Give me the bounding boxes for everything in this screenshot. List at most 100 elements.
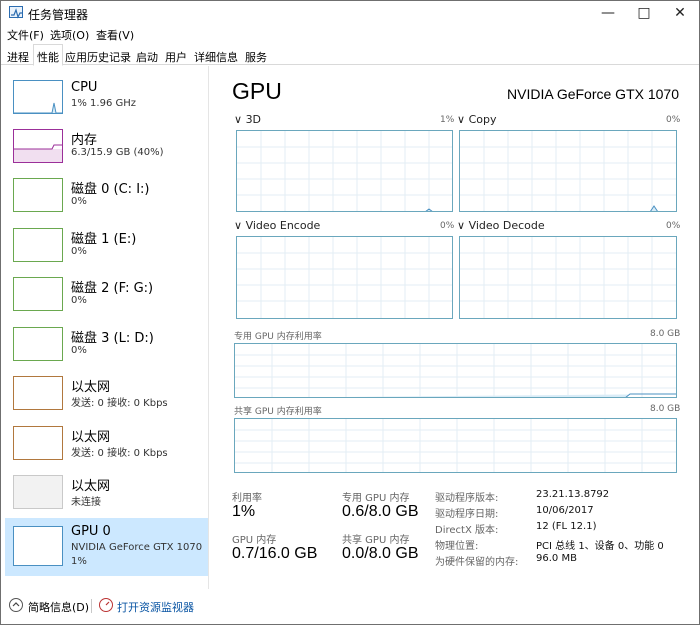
- chevron-down-icon: ∨: [234, 219, 243, 232]
- driver-version-label: 驱动程序版本:: [435, 493, 499, 504]
- sidebar-item-subtitle: 0%: [71, 345, 87, 356]
- engine-video-decode-graph: [459, 236, 677, 319]
- tab-services[interactable]: 服务: [242, 46, 270, 65]
- resource-sidebar: CPU 1% 1.96 GHz 内存 6.3/15.9 GB (40%) 磁盘 …: [1, 66, 209, 589]
- tab-details[interactable]: 详细信息: [191, 46, 241, 65]
- tab-performance[interactable]: 性能: [33, 44, 63, 66]
- engine-copy-label[interactable]: ∨ Copy: [457, 113, 496, 126]
- tab-bar: 进程 性能 应用历史记录 启动 用户 详细信息 服务: [1, 44, 699, 66]
- engine-copy-pct: 0%: [666, 115, 681, 125]
- sidebar-item-title: 磁盘 0 (C: I:): [71, 182, 150, 197]
- disk-thumbnail: [13, 327, 63, 361]
- tab-processes[interactable]: 进程: [4, 46, 32, 65]
- engine-3d-graph: [236, 130, 453, 212]
- sidebar-item-subtitle: 1% 1.96 GHz: [71, 98, 137, 109]
- maximize-icon: □: [637, 5, 651, 21]
- tab-startup[interactable]: 启动: [133, 46, 161, 65]
- chevron-down-icon: ∨: [457, 219, 466, 232]
- shared-memory-max: 8.0 GB: [650, 404, 681, 414]
- dedicated-memory-graph: [234, 343, 677, 398]
- sidebar-item-title: 以太网: [71, 430, 111, 445]
- fewer-details-button[interactable]: 简略信息(D): [28, 599, 89, 615]
- sidebar-item-title: 内存: [71, 133, 98, 148]
- task-manager-window: 任务管理器 — □ ✕ 文件(F) 选项(O) 查看(V) 进程 性能 应用历史…: [0, 0, 700, 625]
- sidebar-item-subtitle: 6.3/15.9 GB (40%): [71, 147, 164, 158]
- utilization-value: 1%: [232, 503, 256, 520]
- utilization-label: 利用率: [232, 493, 262, 504]
- dedicated-memory-label: 专用 GPU 内存利用率: [234, 332, 322, 342]
- engine-video-encode-pct: 0%: [440, 221, 455, 231]
- ethernet-thumbnail: [13, 426, 63, 460]
- footer: 简略信息(D) 打开资源监视器: [1, 591, 699, 621]
- sidebar-item-title: 磁盘 3 (L: D:): [71, 331, 154, 346]
- engine-video-encode-graph: [236, 236, 453, 319]
- shared-mem-value: 0.0/8.0 GB: [342, 545, 419, 562]
- physical-location-label: 物理位置:: [435, 541, 479, 552]
- sidebar-item-subtitle: 未连接: [71, 497, 101, 508]
- sidebar-item-title: CPU: [71, 80, 98, 95]
- sidebar-item-disk1[interactable]: 磁盘 1 (E:) 0%: [5, 218, 208, 267]
- shared-mem-label: 共享 GPU 内存: [342, 535, 410, 546]
- tab-app-history[interactable]: 应用历史记录: [64, 46, 132, 65]
- sidebar-item-title: 以太网: [71, 380, 111, 395]
- shared-memory-label: 共享 GPU 内存利用率: [234, 407, 322, 417]
- engine-copy-graph: [459, 130, 677, 212]
- gpu-mem-label: GPU 内存: [232, 535, 277, 546]
- task-manager-icon: [9, 6, 23, 19]
- sidebar-item-title: 以太网: [71, 479, 111, 494]
- sidebar-item-memory[interactable]: 内存 6.3/15.9 GB (40%): [5, 119, 208, 168]
- sidebar-item-subtitle: 0%: [71, 246, 87, 257]
- dedicated-memory-max: 8.0 GB: [650, 329, 681, 339]
- sidebar-item-ethernet-2[interactable]: 以太网 发送: 0 接收: 0 Kbps: [5, 416, 208, 465]
- dedicated-mem-label: 专用 GPU 内存: [342, 493, 410, 504]
- menu-bar: 文件(F) 选项(O) 查看(V): [1, 25, 699, 43]
- engine-video-decode-pct: 0%: [666, 221, 681, 231]
- sidebar-item-title: GPU 0: [71, 524, 111, 539]
- menu-options[interactable]: 选项(O): [50, 27, 89, 43]
- directx-version-value: 12 (FL 12.1): [536, 521, 597, 532]
- close-icon: ✕: [674, 5, 686, 21]
- sidebar-item-cpu[interactable]: CPU 1% 1.96 GHz: [5, 70, 208, 119]
- engine-video-decode-label[interactable]: ∨ Video Decode: [457, 219, 545, 232]
- sidebar-item-disk3[interactable]: 磁盘 3 (L: D:) 0%: [5, 317, 208, 366]
- gpu-thumbnail: [13, 526, 63, 566]
- tab-users[interactable]: 用户: [162, 46, 190, 65]
- disk-thumbnail: [13, 178, 63, 212]
- menu-file[interactable]: 文件(F): [7, 27, 44, 43]
- sidebar-item-gpu0[interactable]: GPU 0 NVIDIA GeForce GTX 1070 1%: [5, 518, 208, 576]
- window-title: 任务管理器: [28, 8, 89, 22]
- cpu-thumbnail: [13, 80, 63, 114]
- engine-video-encode-label[interactable]: ∨ Video Encode: [234, 219, 320, 232]
- sidebar-item-title: 磁盘 2 (F: G:): [71, 281, 154, 296]
- sidebar-item-subtitle: NVIDIA GeForce GTX 1070: [71, 542, 203, 553]
- menu-view[interactable]: 查看(V): [96, 27, 134, 43]
- sidebar-item-usage: 1%: [71, 556, 87, 567]
- engine-3d-label[interactable]: ∨ 3D: [234, 113, 261, 126]
- sidebar-item-title: 磁盘 1 (E:): [71, 232, 137, 247]
- reserved-memory-label: 为硬件保留的内存:: [435, 557, 519, 568]
- gpu-detail-panel: GPU NVIDIA GeForce GTX 1070 ∨ 3D 1% ∨ Co…: [219, 66, 691, 589]
- sidebar-item-ethernet-3[interactable]: 以太网 未连接: [5, 465, 208, 514]
- chevron-down-icon: ∨: [234, 113, 243, 126]
- driver-date-label: 驱动程序日期:: [435, 509, 499, 520]
- minimize-button[interactable]: —: [591, 1, 625, 25]
- ethernet-thumbnail: [13, 475, 63, 509]
- physical-location-value: PCI 总线 1、设备 0、功能 0: [536, 541, 664, 552]
- gpu-mem-value: 0.7/16.0 GB: [232, 545, 318, 562]
- sidebar-item-disk0[interactable]: 磁盘 0 (C: I:) 0%: [5, 168, 208, 217]
- open-resource-monitor-link[interactable]: 打开资源监视器: [117, 599, 194, 615]
- close-button[interactable]: ✕: [663, 1, 697, 25]
- page-title: GPU: [232, 78, 282, 104]
- resource-monitor-icon: [99, 598, 113, 612]
- sidebar-item-ethernet-1[interactable]: 以太网 发送: 0 接收: 0 Kbps: [5, 366, 208, 415]
- driver-version-value: 23.21.13.8792: [536, 489, 610, 500]
- maximize-button[interactable]: □: [627, 1, 661, 25]
- sidebar-item-subtitle: 0%: [71, 196, 87, 207]
- collapse-icon[interactable]: [9, 598, 23, 612]
- chevron-down-icon: ∨: [457, 113, 466, 126]
- title-bar: 任务管理器 — □ ✕: [1, 1, 699, 25]
- footer-separator: [91, 599, 92, 613]
- dedicated-mem-value: 0.6/8.0 GB: [342, 503, 419, 520]
- sidebar-item-disk2[interactable]: 磁盘 2 (F: G:) 0%: [5, 267, 208, 316]
- sidebar-item-subtitle: 发送: 0 接收: 0 Kbps: [71, 448, 168, 459]
